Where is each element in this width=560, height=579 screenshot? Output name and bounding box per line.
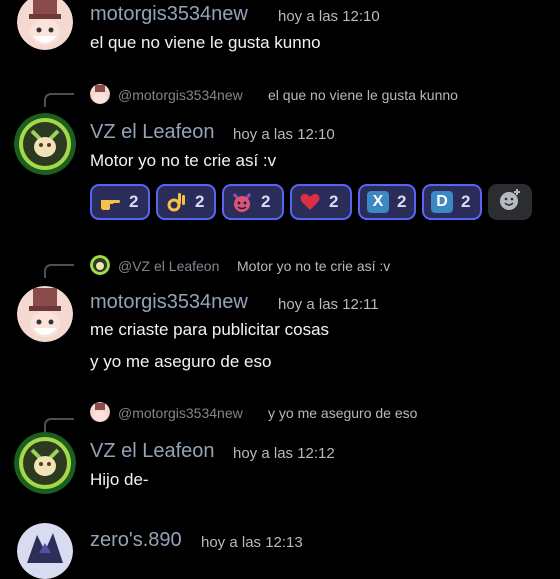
author-name[interactable]: motorgis3534new <box>90 3 248 26</box>
reaction-devil-face[interactable]: 2 <box>222 184 284 220</box>
avatar-leafeon[interactable] <box>14 113 76 175</box>
reply-connector <box>44 93 74 107</box>
reaction-count: 2 <box>397 192 407 211</box>
author-name[interactable]: VZ el Leafeon <box>90 440 215 463</box>
author-name[interactable]: VZ el Leafeon <box>90 121 215 144</box>
avatar-zero[interactable] <box>17 523 73 579</box>
reply-text[interactable]: y yo me aseguro de eso <box>268 405 417 421</box>
author-name[interactable]: motorgis3534new <box>90 291 248 314</box>
reaction-ok-hand[interactable]: 2 <box>156 184 216 220</box>
reaction-heart[interactable]: 2 <box>290 184 352 220</box>
avatar-leafeon[interactable] <box>14 432 76 494</box>
message-text: el que no viene le gusta kunno <box>90 33 321 52</box>
d-letter-icon: D <box>431 191 453 213</box>
add-emoji-icon <box>498 188 522 217</box>
timestamp: hoy a las 12:11 <box>278 296 379 313</box>
reaction-count: 2 <box>329 192 339 211</box>
devil-face-icon <box>231 191 253 213</box>
add-reaction-button[interactable] <box>488 184 532 220</box>
avatar-motorgis[interactable] <box>17 0 73 50</box>
message-text: y yo me aseguro de eso <box>90 352 272 371</box>
message-text: Hijo de- <box>90 470 149 489</box>
reaction-count: 2 <box>461 192 471 211</box>
reaction-count: 2 <box>129 192 139 211</box>
ok-hand-icon <box>165 191 187 213</box>
reply-author[interactable]: @motorgis3534new <box>118 87 243 103</box>
x-letter-icon: X <box>367 191 389 213</box>
message-text: Motor yo no te crie así :v <box>90 151 277 170</box>
reaction-count: 2 <box>195 192 205 211</box>
reply-author[interactable]: @VZ el Leafeon <box>118 258 219 274</box>
timestamp: hoy a las 12:12 <box>233 445 335 462</box>
reply-avatar-motorgis <box>90 84 110 104</box>
reaction-d-letter[interactable]: D 2 <box>422 184 482 220</box>
reply-text[interactable]: el que no viene le gusta kunno <box>268 87 458 103</box>
reply-connector <box>44 418 74 432</box>
message-text: me criaste para publicitar cosas <box>90 320 330 339</box>
reaction-x-letter[interactable]: X 2 <box>358 184 416 220</box>
reaction-pointing-hand[interactable]: 2 <box>90 184 150 220</box>
avatar-motorgis[interactable] <box>17 286 73 342</box>
pointing-hand-icon <box>99 191 121 213</box>
heart-icon <box>299 191 321 213</box>
author-name[interactable]: zero's.890 <box>90 529 182 552</box>
reply-connector <box>44 264 74 278</box>
timestamp: hoy a las 12:10 <box>278 8 380 25</box>
reaction-count: 2 <box>261 192 271 211</box>
reply-avatar-motorgis <box>90 402 110 422</box>
reply-text[interactable]: Motor yo no te crie así :v <box>237 258 390 274</box>
timestamp: hoy a las 12:13 <box>201 534 303 551</box>
reply-avatar-leafeon <box>90 255 110 275</box>
reply-author[interactable]: @motorgis3534new <box>118 405 243 421</box>
timestamp: hoy a las 12:10 <box>233 126 335 143</box>
